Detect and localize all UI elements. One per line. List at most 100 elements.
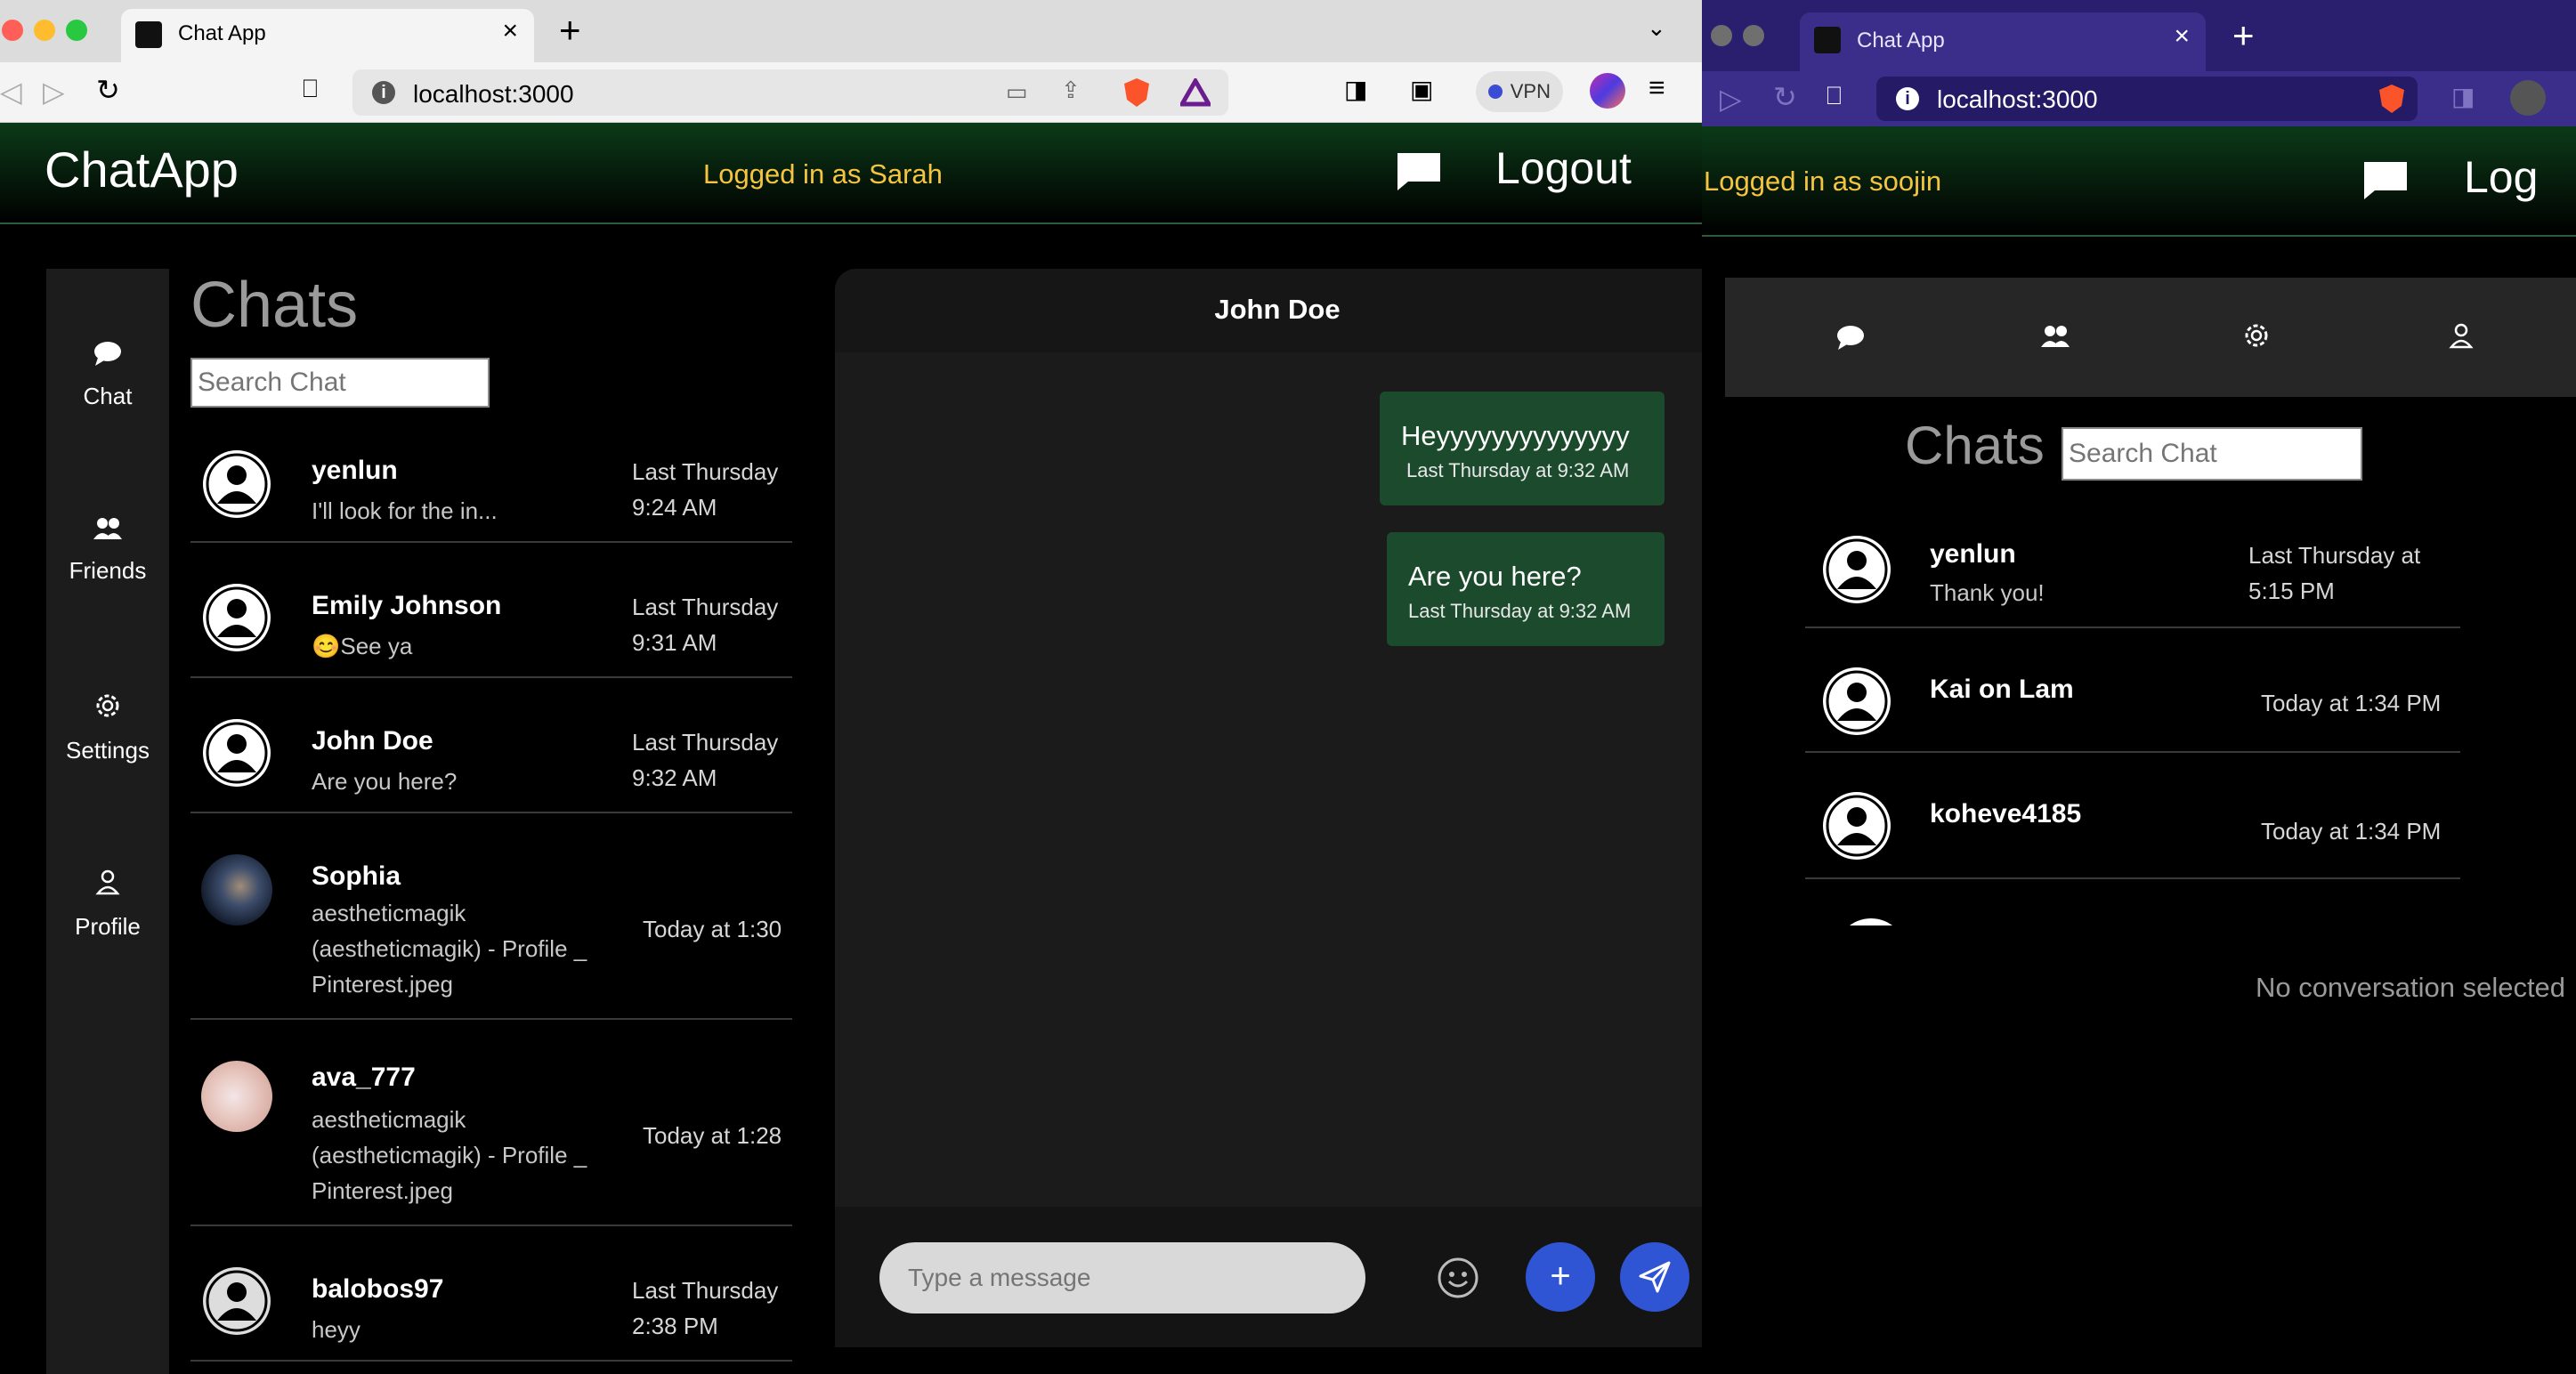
timestamp: Last Thursday [632, 729, 779, 756]
app-brand[interactable]: ChatApp [45, 141, 239, 198]
partial-list-item [1835, 917, 1907, 925]
chat-list-item-yenlun[interactable]: yenlun Thank you! Last Thursday at 5:15 … [1805, 511, 2460, 628]
brave-shield-icon[interactable] [1122, 77, 1152, 109]
chat-list-item-koheve4185[interactable]: koheve4185 Today at 1:34 PM [1805, 753, 2460, 879]
browser-tab[interactable]: Chat App × [1800, 12, 2206, 71]
logout-button[interactable]: Logout [1495, 142, 1632, 194]
friends-icon[interactable] [2040, 324, 2070, 349]
attach-button[interactable]: + [1526, 1242, 1595, 1312]
message-bubble: Are you here? Last Thursday at 9:32 AM [1387, 532, 1665, 646]
last-message: (aestheticmagik) - Profile _ [312, 935, 587, 962]
minimize-window-icon[interactable] [1743, 25, 1764, 46]
last-message: (aestheticmagik) - Profile _ [312, 1142, 587, 1168]
reload-icon[interactable]: ↻ [96, 73, 120, 107]
contact-name: Emily Johnson [312, 591, 502, 620]
timestamp: Today at 1:34 PM [2261, 818, 2442, 845]
timestamp: Today at 1:30 [643, 916, 782, 942]
top-navigation [1725, 278, 2576, 397]
chats-title: Chats [1905, 416, 2045, 475]
default-avatar-icon [203, 719, 271, 787]
tab-title: Chat App [178, 21, 266, 45]
nav-item-settings[interactable]: Settings [46, 691, 169, 764]
menu-icon[interactable]: ≡ [1648, 71, 1665, 104]
address-bar: ◁ ▷ ↻ ⎕ i localhost:3000 ▭ ⇪ ◨ ▣ VPN ≡ [0, 62, 1702, 123]
browser-window-sarah: Chat App × + ⌄ ◁ ▷ ↻ ⎕ i localhost:3000 … [0, 0, 1702, 1374]
chat-list-item-kai-on-lam[interactable]: Kai on Lam Today at 1:34 PM [1805, 628, 2460, 753]
tab-title: Chat App [1857, 28, 1945, 53]
contact-name: Kai on Lam [1930, 675, 2074, 704]
minimize-window-icon[interactable] [34, 20, 55, 41]
default-avatar-icon [1823, 536, 1891, 603]
contact-name: yenlun [1930, 539, 2016, 569]
chat-list-item-emily-johnson[interactable]: Emily Johnson 😊See ya Last Thursday 9:31… [190, 543, 792, 678]
nav-item-chat[interactable]: Chat [46, 340, 169, 410]
chevron-down-icon[interactable]: ⌄ [1647, 14, 1666, 42]
back-icon[interactable]: ◁ [0, 75, 22, 109]
chat-list-item-sophia[interactable]: Sophia aestheticmagik (aestheticmagik) -… [190, 813, 792, 1020]
chat-list-item-john-doe[interactable]: John Doe Are you here? Last Thursday 9:3… [190, 678, 792, 813]
cast-icon[interactable]: ▭ [1006, 78, 1028, 106]
side-navigation: Chat Friends Settings Profile [46, 269, 169, 1374]
share-icon[interactable]: ⇪ [1061, 77, 1081, 104]
chat-bubble-icon[interactable] [1396, 151, 1442, 190]
nav-item-profile[interactable]: Profile [46, 867, 169, 941]
chat-list-item-ava-777[interactable]: ava_777 aestheticmagik (aestheticmagik) … [190, 1020, 792, 1226]
message-time: Last Thursday at 9:32 AM [1406, 459, 1630, 481]
last-message: I'll look for the in... [312, 497, 498, 524]
forward-icon[interactable]: ▷ [1720, 82, 1742, 116]
reload-icon[interactable]: ↻ [1773, 80, 1797, 114]
timestamp: Last Thursday [632, 458, 779, 485]
chat-icon[interactable] [1835, 324, 1866, 351]
site-info-icon[interactable]: i [372, 81, 395, 104]
timestamp: 5:15 PM [2248, 578, 2335, 604]
timestamp: Last Thursday at [2248, 542, 2421, 569]
brave-shield-icon[interactable] [2377, 83, 2407, 115]
url-field[interactable]: i localhost:3000 ▭ ⇪ [352, 69, 1228, 116]
chat-list-item-balobos97[interactable]: balobos97 heyy Last Thursday 2:38 PM [190, 1226, 792, 1362]
url-text: localhost:3000 [1937, 85, 2098, 113]
logged-in-status: Logged in as soojin [1704, 166, 1942, 197]
nav-item-friends[interactable]: Friends [46, 516, 169, 585]
profile-icon[interactable] [2446, 320, 2476, 351]
browser-tab[interactable]: Chat App × [121, 9, 534, 62]
bookmark-icon[interactable]: ⎕ [1827, 82, 1842, 111]
plus-icon: + [1550, 1257, 1571, 1296]
vpn-button[interactable]: VPN [1476, 71, 1563, 112]
bookmark-icon[interactable]: ⎕ [303, 75, 318, 104]
contact-name: ava_777 [312, 1063, 416, 1092]
browser-profile-icon[interactable] [2510, 80, 2546, 116]
conversation-panel: John Doe Heyyyyyyyyyyyyyy Last Thursday … [835, 269, 1702, 1347]
chat-list-item-yenlun[interactable]: yenlun I'll look for the in... Last Thur… [190, 431, 792, 543]
forward-icon[interactable]: ▷ [43, 75, 65, 109]
new-tab-icon[interactable]: + [559, 9, 581, 52]
gear-icon[interactable] [2241, 320, 2272, 351]
new-tab-icon[interactable]: + [2232, 14, 2255, 57]
search-chat-input[interactable] [190, 358, 490, 408]
url-field[interactable]: i localhost:3000 [1876, 77, 2418, 121]
sidebar-toggle-icon[interactable]: ◨ [2451, 82, 2475, 111]
search-chat-input[interactable] [2062, 427, 2362, 481]
send-button[interactable] [1620, 1242, 1689, 1312]
close-tab-icon[interactable]: × [502, 16, 518, 46]
message-input[interactable] [879, 1242, 1365, 1313]
browser-profile-icon[interactable] [1590, 73, 1625, 109]
emoji-icon[interactable] [1437, 1257, 1479, 1299]
contact-name: Sophia [312, 861, 401, 891]
favicon-icon [135, 21, 162, 48]
nav-label: Friends [69, 557, 147, 584]
vpn-label: VPN [1510, 80, 1551, 102]
gear-icon [96, 694, 119, 717]
wallet-icon[interactable]: ▣ [1410, 75, 1433, 104]
chat-bubble-icon[interactable] [2362, 160, 2409, 199]
logout-button[interactable]: Log [2464, 151, 2538, 203]
contact-name: yenlun [312, 456, 398, 485]
brave-rewards-icon[interactable] [1180, 78, 1211, 107]
close-window-icon[interactable] [2, 20, 23, 41]
close-window-icon[interactable] [1711, 25, 1732, 46]
maximize-window-icon[interactable] [66, 20, 87, 41]
timestamp: Last Thursday [632, 594, 779, 620]
site-info-icon[interactable]: i [1896, 87, 1919, 110]
sidebar-toggle-icon[interactable]: ◨ [1344, 75, 1367, 104]
close-tab-icon[interactable]: × [2174, 21, 2190, 52]
last-message: aestheticmagik [312, 900, 466, 926]
